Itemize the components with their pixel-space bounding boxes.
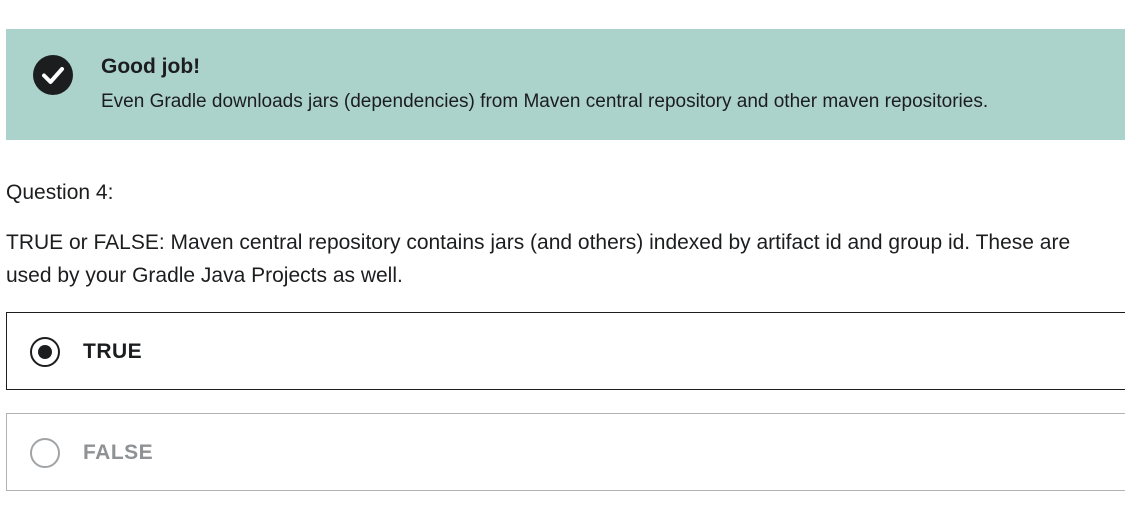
check-circle-icon (33, 55, 73, 95)
answer-option-label: FALSE (83, 441, 154, 464)
radio-selected-icon[interactable] (30, 337, 60, 367)
radio-unselected-icon[interactable] (30, 438, 60, 468)
feedback-title: Good job! (101, 55, 201, 78)
question-text: TRUE or FALSE: Maven central repository … (6, 231, 1071, 287)
answer-option-true[interactable]: TRUE (6, 312, 1125, 390)
answer-option-false[interactable]: FALSE (6, 413, 1125, 491)
question-number: Question 4: (6, 181, 114, 204)
feedback-message: Even Gradle downloads jars (dependencies… (101, 91, 989, 112)
answer-option-label: TRUE (83, 340, 143, 363)
feedback-banner: Good job! Even Gradle downloads jars (de… (6, 29, 1125, 140)
